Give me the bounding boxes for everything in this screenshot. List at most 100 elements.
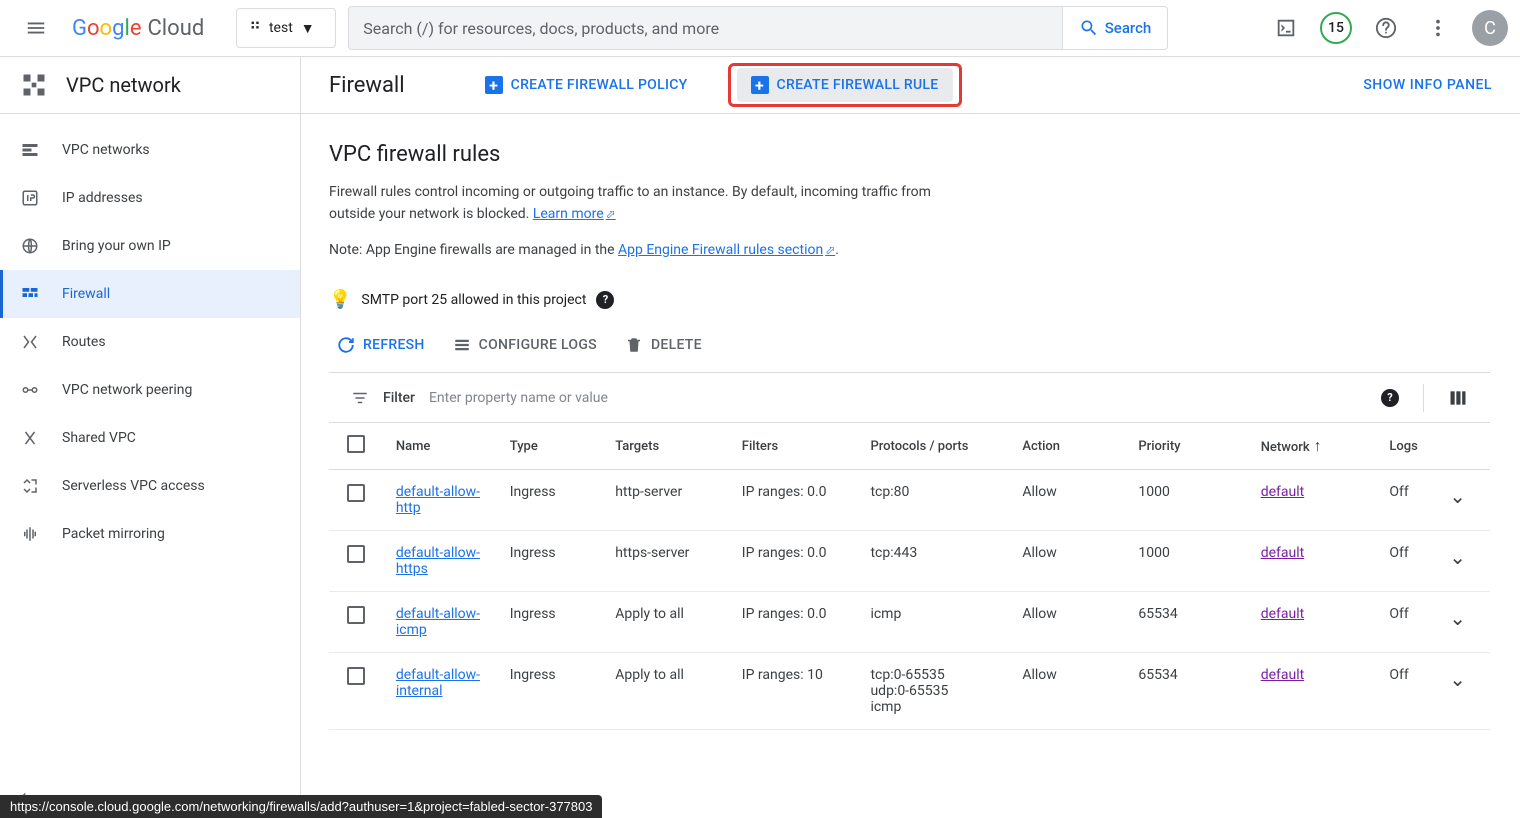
serverless-icon <box>20 477 40 495</box>
refresh-icon <box>337 336 355 354</box>
network-link[interactable]: default <box>1261 545 1305 561</box>
col-logs[interactable]: Logs <box>1377 423 1434 470</box>
sidebar: VPC network VPC networks IP addresses Br… <box>0 57 301 818</box>
sidebar-item-firewall[interactable]: Firewall <box>0 270 300 318</box>
toolbar: REFRESH CONFIGURE LOGS DELETE <box>329 324 1520 372</box>
network-link[interactable]: default <box>1261 484 1305 500</box>
sidebar-item-ip-addresses[interactable]: IP addresses <box>0 174 300 222</box>
table-row: default-allow-icmp Ingress Apply to all … <box>329 592 1490 653</box>
search-input[interactable]: Search (/) for resources, docs, products… <box>348 6 1062 50</box>
sidebar-item-byoip[interactable]: Bring your own IP <box>0 222 300 270</box>
sidebar-item-serverless[interactable]: Serverless VPC access <box>0 462 300 510</box>
page-title: Firewall <box>329 73 405 98</box>
filter-label: Filter <box>383 390 415 406</box>
row-checkbox[interactable] <box>347 484 365 502</box>
networks-icon <box>20 141 40 159</box>
col-network[interactable]: Network↑ <box>1249 423 1378 470</box>
sidebar-item-peering[interactable]: VPC network peering <box>0 366 300 414</box>
select-all-checkbox[interactable] <box>347 435 365 453</box>
app-engine-link[interactable]: App Engine Firewall rules section⬀ <box>618 242 835 258</box>
description-2: Note: App Engine firewalls are managed i… <box>329 239 969 261</box>
search-button[interactable]: Search <box>1063 6 1169 50</box>
sidebar-item-shared-vpc[interactable]: Shared VPC <box>0 414 300 462</box>
rule-name-link[interactable]: default-allow-https <box>396 545 486 577</box>
row-checkbox[interactable] <box>347 606 365 624</box>
col-protocols[interactable]: Protocols / ports <box>858 423 1010 470</box>
top-bar: Google Cloud ⠛ test ▼ Search (/) for res… <box>0 0 1520 56</box>
sidebar-header[interactable]: VPC network <box>0 57 300 114</box>
network-link[interactable]: default <box>1261 606 1305 622</box>
row-checkbox[interactable] <box>347 667 365 685</box>
hint-text: SMTP port 25 allowed in this project <box>361 292 586 308</box>
expand-row-icon[interactable]: ⌄ <box>1449 484 1466 508</box>
plus-icon: + <box>485 76 503 94</box>
filter-icon <box>351 389 369 407</box>
filter-bar: Filter Enter property name or value ? <box>329 373 1490 423</box>
table-row: default-allow-http Ingress http-server I… <box>329 470 1490 531</box>
learn-more-link[interactable]: Learn more⬀ <box>533 206 616 222</box>
expand-row-icon[interactable]: ⌄ <box>1449 545 1466 569</box>
peering-icon <box>20 381 40 399</box>
create-firewall-policy-button[interactable]: + CREATE FIREWALL POLICY <box>471 68 702 102</box>
col-type[interactable]: Type <box>498 423 603 470</box>
project-icon: ⠛ <box>249 19 261 38</box>
help-icon[interactable]: ? <box>596 291 614 309</box>
chevron-down-icon: ▼ <box>301 20 315 37</box>
sidebar-item-vpc-networks[interactable]: VPC networks <box>0 126 300 174</box>
external-link-icon: ⬀ <box>825 243 835 257</box>
external-link-icon: ⬀ <box>606 207 616 221</box>
search-icon <box>1079 18 1099 38</box>
trash-icon <box>625 336 643 354</box>
cloud-shell-icon[interactable] <box>1268 10 1304 46</box>
delete-button[interactable]: DELETE <box>625 336 702 354</box>
shared-icon <box>20 429 40 447</box>
filter-input[interactable]: Enter property name or value <box>429 390 608 406</box>
trial-badge[interactable]: 15 <box>1320 12 1352 44</box>
rule-name-link[interactable]: default-allow-icmp <box>396 606 486 638</box>
description-1: Firewall rules control incoming or outgo… <box>329 181 969 225</box>
col-action[interactable]: Action <box>1010 423 1126 470</box>
col-targets[interactable]: Targets <box>603 423 730 470</box>
expand-row-icon[interactable]: ⌄ <box>1449 667 1466 691</box>
col-priority[interactable]: Priority <box>1126 423 1248 470</box>
firewall-rules-table: Name Type Targets Filters Protocols / po… <box>329 423 1490 730</box>
status-bar-url: https://console.cloud.google.com/network… <box>0 795 602 818</box>
table-container: Filter Enter property name or value ? Na… <box>329 372 1490 730</box>
hamburger-menu-icon[interactable] <box>12 4 60 52</box>
globe-icon <box>20 237 40 255</box>
filter-help-icon[interactable]: ? <box>1381 389 1399 407</box>
plus-icon: + <box>751 76 769 94</box>
rule-name-link[interactable]: default-allow-internal <box>396 667 486 699</box>
firewall-icon <box>20 285 40 303</box>
configure-logs-button[interactable]: CONFIGURE LOGS <box>453 336 597 354</box>
content-header: Firewall + CREATE FIREWALL POLICY + CREA… <box>301 57 1520 114</box>
avatar[interactable]: C <box>1472 10 1508 46</box>
table-row: default-allow-internal Ingress Apply to … <box>329 653 1490 730</box>
table-header-row: Name Type Targets Filters Protocols / po… <box>329 423 1490 470</box>
project-name: test <box>269 20 293 36</box>
rule-name-link[interactable]: default-allow-http <box>396 484 486 516</box>
row-checkbox[interactable] <box>347 545 365 563</box>
sidebar-item-packet-mirroring[interactable]: Packet mirroring <box>0 510 300 558</box>
col-filters[interactable]: Filters <box>730 423 859 470</box>
expand-row-icon[interactable]: ⌄ <box>1449 606 1466 630</box>
sidebar-item-routes[interactable]: Routes <box>0 318 300 366</box>
refresh-button[interactable]: REFRESH <box>337 336 425 354</box>
network-link[interactable]: default <box>1261 667 1305 683</box>
sort-asc-icon: ↑ <box>1314 436 1322 455</box>
sidebar-title: VPC network <box>66 73 181 97</box>
show-info-panel-button[interactable]: SHOW INFO PANEL <box>1363 77 1492 93</box>
logs-icon <box>453 336 471 354</box>
col-name[interactable]: Name <box>384 423 498 470</box>
create-firewall-rule-button[interactable]: + CREATE FIREWALL RULE <box>737 68 953 102</box>
vpc-icon <box>20 71 48 99</box>
lightbulb-icon: 💡 <box>329 289 351 310</box>
logo[interactable]: Google Cloud <box>72 16 204 41</box>
ip-icon <box>20 189 40 207</box>
section-title: VPC firewall rules <box>329 142 1520 167</box>
help-icon[interactable] <box>1368 10 1404 46</box>
columns-icon[interactable] <box>1448 388 1468 408</box>
highlight-annotation: + CREATE FIREWALL RULE <box>728 63 962 107</box>
more-icon[interactable] <box>1420 10 1456 46</box>
project-picker[interactable]: ⠛ test ▼ <box>236 8 336 48</box>
